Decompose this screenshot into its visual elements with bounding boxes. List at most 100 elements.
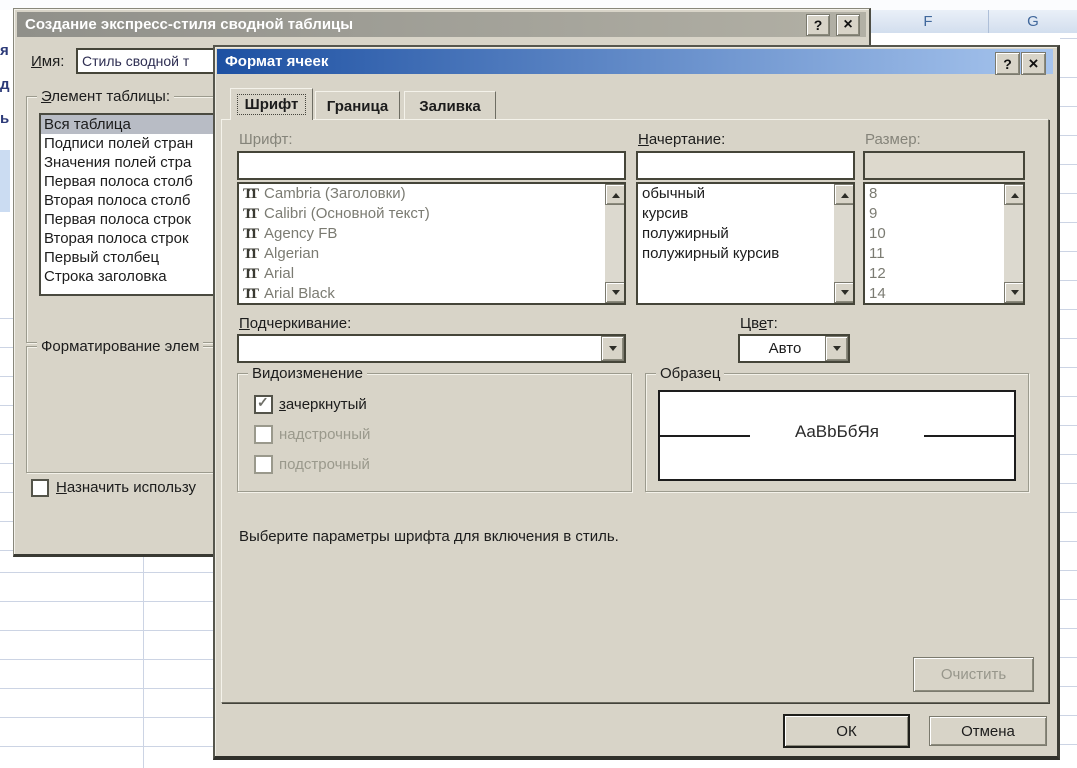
tab-border[interactable]: Граница (315, 91, 400, 120)
strikethrough-label: зачеркнутый (279, 396, 367, 413)
tab-font[interactable]: Шрифт (230, 88, 313, 120)
preview-group-label: Образец (656, 365, 724, 382)
dropdown-arrow-icon (833, 346, 841, 355)
font-list-item[interactable]: TTCalibri (Основной текст) (239, 204, 605, 224)
excel-gridline (143, 553, 144, 768)
selected-cell-band (0, 150, 10, 212)
pivot-style-dialog-title: Создание экспресс-стиля сводной таблицы (17, 12, 866, 37)
column-header-f[interactable]: F (868, 10, 989, 33)
check-icon: ✓ (257, 394, 269, 411)
dropdown-button[interactable] (825, 336, 848, 361)
style-list-item[interactable]: обычный (638, 184, 834, 204)
style-list-item[interactable]: полужирный курсив (638, 244, 834, 264)
truetype-icon: TT (243, 286, 255, 302)
cell-text-fragment: ь (0, 110, 12, 127)
help-button[interactable]: ? (806, 14, 830, 36)
screen: F G я д ь Создание экспресс-стиля сводно… (0, 0, 1077, 768)
font-style-list[interactable]: обычный курсив полужирный полужирный кур… (636, 182, 855, 305)
font-list-item[interactable]: TTArial (239, 264, 605, 284)
close-button[interactable]: × (1021, 52, 1046, 75)
truetype-icon: TT (243, 266, 255, 282)
style-list-item[interactable]: курсив (638, 204, 834, 224)
assign-default-label: Назначить использу (56, 479, 196, 496)
style-list-scrollbar[interactable] (834, 184, 853, 303)
font-size-list[interactable]: 8 9 10 11 12 14 (863, 182, 1025, 305)
superscript-label: надстрочный (279, 426, 370, 443)
underline-combobox[interactable] (237, 334, 626, 363)
font-tab-page: Шрифт: TTCambria (Заголовки) TTCalibri (… (221, 119, 1049, 703)
font-style-input[interactable] (636, 151, 855, 180)
color-combobox[interactable]: Авто (738, 334, 850, 363)
dropdown-button[interactable] (601, 336, 624, 361)
size-list-item[interactable]: 12 (865, 264, 1004, 284)
scroll-down-icon (841, 290, 849, 299)
excel-grid-bottom-left (0, 553, 213, 768)
font-list-item[interactable]: TTAgency FB (239, 224, 605, 244)
ok-button[interactable]: ОК (783, 714, 910, 748)
underline-label: Подчеркивание: (239, 315, 351, 332)
clear-button[interactable]: Очистить (913, 657, 1034, 692)
dropdown-arrow-icon (609, 346, 617, 355)
format-cells-dialog-title: Формат ячеек (217, 49, 1053, 74)
scroll-up-icon (612, 189, 620, 198)
excel-grid-right (1060, 33, 1077, 768)
tab-border-label: Граница (327, 98, 388, 115)
scroll-down-button[interactable] (834, 282, 855, 303)
size-list-item[interactable]: 8 (865, 184, 1004, 204)
size-list-scrollbar[interactable] (1004, 184, 1023, 303)
hint-text: Выберите параметры шрифта для включения … (239, 528, 619, 545)
truetype-icon: TT (243, 246, 255, 262)
font-list-scrollbar[interactable] (605, 184, 624, 303)
format-cells-dialog: Формат ячеек ? × Шрифт Граница Заливка Ш… (213, 45, 1060, 760)
tab-font-label: Шрифт (237, 94, 307, 115)
close-button[interactable]: × (836, 14, 860, 36)
size-list-item[interactable]: 14 (865, 284, 1004, 303)
superscript-checkbox[interactable] (254, 425, 273, 444)
font-name-input[interactable] (237, 151, 626, 180)
scroll-up-icon (841, 189, 849, 198)
excel-gridline-stubs (0, 290, 13, 553)
font-size-input[interactable] (863, 151, 1025, 180)
font-list-item[interactable]: TTCambria (Заголовки) (239, 184, 605, 204)
font-list-item[interactable]: TTAlgerian (239, 244, 605, 264)
assign-default-checkbox[interactable] (31, 479, 49, 497)
font-list[interactable]: TTCambria (Заголовки) TTCalibri (Основно… (237, 182, 626, 305)
size-list-item[interactable]: 10 (865, 224, 1004, 244)
font-preview: AaBbБбЯя (658, 390, 1016, 481)
preview-group: Образец AaBbБбЯя (645, 373, 1029, 492)
cancel-button[interactable]: Отмена (929, 716, 1047, 746)
strikethrough-checkbox[interactable]: ✓ (254, 395, 273, 414)
size-list-item[interactable]: 9 (865, 204, 1004, 224)
scroll-up-button[interactable] (605, 184, 626, 205)
scroll-down-button[interactable] (1004, 282, 1025, 303)
scroll-up-icon (1011, 189, 1019, 198)
scroll-down-icon (612, 290, 620, 299)
truetype-icon: TT (243, 206, 255, 222)
scroll-up-button[interactable] (834, 184, 855, 205)
column-header-g[interactable]: G (989, 10, 1077, 33)
excel-left-strip: я д ь (0, 10, 13, 553)
font-list-item[interactable]: TTArial Black (239, 284, 605, 303)
subscript-checkbox[interactable] (254, 455, 273, 474)
effects-group-label: Видоизменение (248, 365, 367, 382)
truetype-icon: TT (243, 226, 255, 242)
cell-text-fragment: я (0, 42, 12, 59)
underline-value (239, 340, 243, 357)
size-list-item[interactable]: 11 (865, 244, 1004, 264)
scroll-down-icon (1011, 290, 1019, 299)
font-style-label: Начертание: (638, 131, 725, 148)
color-value: Авто (769, 340, 820, 357)
effects-group: Видоизменение ✓ зачеркнутый надстрочный … (237, 373, 632, 492)
color-label: Цвет: (740, 315, 778, 332)
name-label: Имя: (31, 53, 64, 70)
excel-cells (868, 33, 1077, 45)
scroll-up-button[interactable] (1004, 184, 1025, 205)
element-formatting-group-label: Форматирование элем (37, 338, 203, 355)
font-size-label: Размер: (865, 131, 921, 148)
style-list-item[interactable]: полужирный (638, 224, 834, 244)
preview-sample-text: AaBbБбЯя (660, 422, 1014, 442)
help-button[interactable]: ? (995, 52, 1020, 75)
scroll-down-button[interactable] (605, 282, 626, 303)
subscript-label: подстрочный (279, 456, 370, 473)
tab-fill[interactable]: Заливка (404, 91, 496, 120)
